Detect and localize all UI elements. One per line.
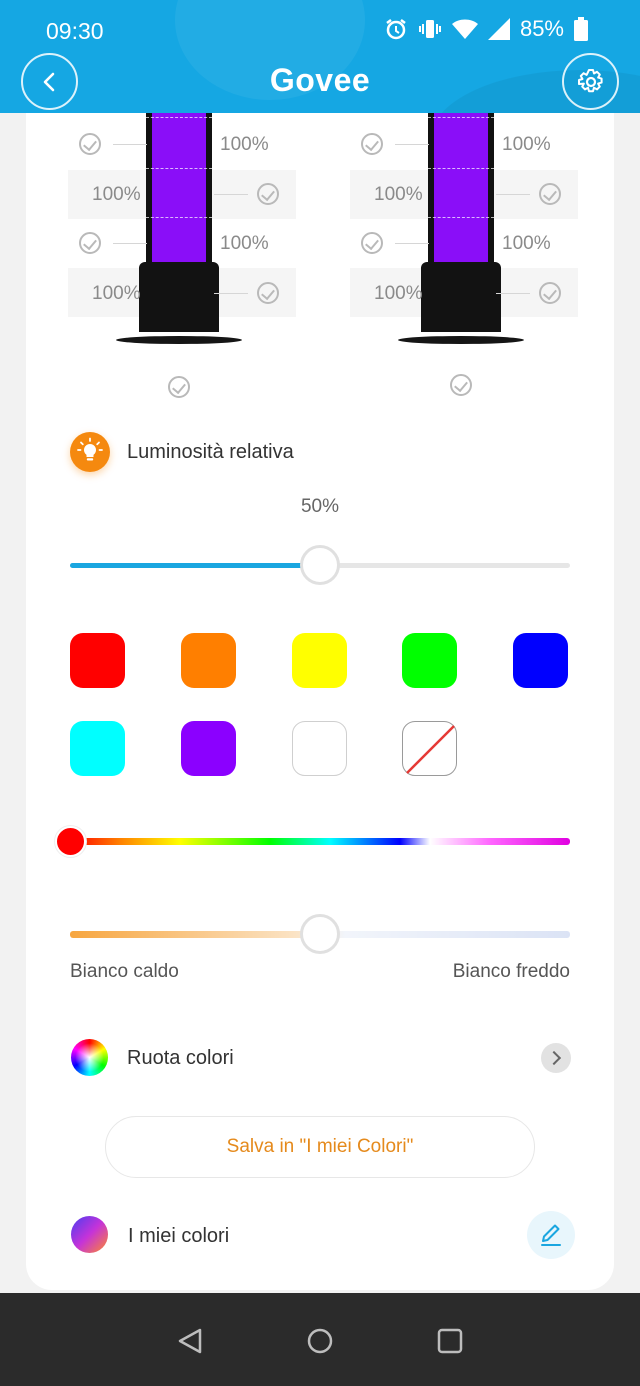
- recents-square-icon[interactable]: [437, 1328, 463, 1354]
- brightness-value: 50%: [300, 496, 340, 517]
- color-swatch-blue[interactable]: [513, 633, 568, 688]
- segment-divider: [428, 117, 494, 118]
- temperature-thumb[interactable]: [300, 914, 340, 954]
- segment-divider: [428, 217, 494, 218]
- cold-white-label: Bianco freddo: [452, 961, 570, 982]
- gear-icon: [577, 68, 603, 92]
- light-base-plate: [116, 336, 242, 344]
- edit-my-colors-button[interactable]: [527, 1211, 575, 1259]
- segment-checkbox[interactable]: [79, 133, 101, 155]
- battery-percent: 85%: [519, 16, 564, 41]
- segment-percent: 100%: [92, 184, 141, 205]
- segment-percent: 100%: [220, 134, 269, 155]
- color-swatch-none[interactable]: [402, 721, 457, 776]
- segment-divider: [146, 168, 212, 169]
- app-header: 09:30 85% Govee: [0, 0, 640, 113]
- brightness-fill: [70, 563, 320, 568]
- segment-checkbox[interactable]: [361, 133, 383, 155]
- back-triangle-icon[interactable]: [176, 1327, 204, 1355]
- color-swatch-cyan[interactable]: [70, 721, 125, 776]
- segment-checkbox[interactable]: [539, 183, 561, 205]
- segment-checkbox[interactable]: [257, 183, 279, 205]
- bulb-icon: [70, 432, 110, 472]
- color-swatch-red[interactable]: [70, 633, 125, 688]
- segment-connector: [214, 293, 248, 294]
- segment-percent: 100%: [220, 233, 269, 254]
- signal-icon: [487, 18, 510, 40]
- segment-checkbox[interactable]: [361, 232, 383, 254]
- brightness-thumb[interactable]: [300, 545, 340, 585]
- segment-divider: [428, 168, 494, 169]
- app-logo: Govee: [269, 62, 371, 98]
- warm-white-label: Bianco caldo: [70, 961, 179, 982]
- vibrate-icon: [418, 20, 441, 38]
- brightness-label: Luminosità relativa: [127, 441, 294, 463]
- segment-divider: [146, 217, 212, 218]
- segment-connector: [395, 243, 429, 244]
- color-swatch-yellow[interactable]: [292, 633, 347, 688]
- color-wheel-icon: [71, 1039, 108, 1076]
- segment-percent: 100%: [502, 233, 551, 254]
- wifi-icon: [451, 19, 478, 39]
- gradient-circle-icon: [71, 1216, 108, 1253]
- light-base: [139, 262, 219, 332]
- my-colors-label: I miei colori: [128, 1225, 230, 1247]
- chevron-right-icon[interactable]: [541, 1043, 571, 1073]
- hue-track: [70, 838, 570, 845]
- save-to-my-colors-button[interactable]: Salva in "I miei Colori": [105, 1116, 535, 1178]
- color-swatch-purple[interactable]: [181, 721, 236, 776]
- segment-connector: [214, 194, 248, 195]
- hue-thumb[interactable]: [55, 826, 86, 857]
- segment-connector: [496, 293, 530, 294]
- home-circle-icon[interactable]: [306, 1327, 334, 1355]
- light-base-plate: [398, 336, 524, 344]
- bulb-icon-glyph: [77, 437, 103, 461]
- color-wheel-label: Ruota colori: [127, 1047, 234, 1069]
- color-swatch-orange[interactable]: [181, 633, 236, 688]
- status-icons: 85%: [384, 16, 588, 42]
- light-select-checkbox[interactable]: [450, 374, 472, 396]
- segment-checkbox[interactable]: [539, 282, 561, 304]
- light-base: [421, 262, 501, 332]
- segment-checkbox[interactable]: [79, 232, 101, 254]
- no-color-icon: [406, 725, 455, 774]
- segment-checkbox[interactable]: [257, 282, 279, 304]
- segment-percent: 100%: [374, 283, 423, 304]
- alarm-icon: [386, 19, 406, 40]
- segment-connector: [113, 144, 147, 145]
- segment-divider: [146, 117, 212, 118]
- segment-percent: 100%: [92, 283, 141, 304]
- segment-percent: 100%: [502, 134, 551, 155]
- segment-percent: 100%: [374, 184, 423, 205]
- segment-connector: [113, 243, 147, 244]
- color-swatch-white[interactable]: [292, 721, 347, 776]
- battery-icon: [574, 17, 588, 41]
- pencil-icon: [541, 1224, 561, 1246]
- system-navigation-bar: [0, 1293, 640, 1386]
- segment-connector: [496, 194, 530, 195]
- color-swatch-green[interactable]: [402, 633, 457, 688]
- status-time: 09:30: [46, 18, 104, 44]
- settings-button[interactable]: [562, 53, 619, 110]
- segment-connector: [395, 144, 429, 145]
- status-bar: 09:30 85%: [0, 14, 640, 48]
- light-select-checkbox[interactable]: [168, 376, 190, 398]
